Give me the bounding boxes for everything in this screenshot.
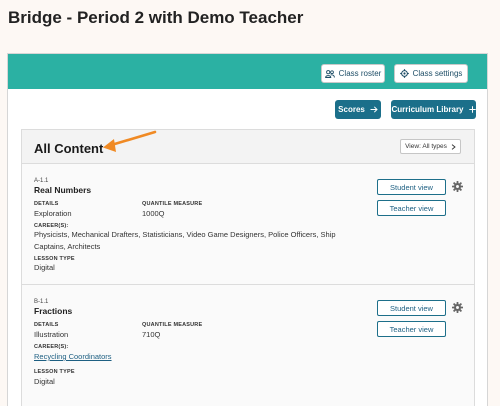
class-card: Class roster Class settings Scores Curri…: [7, 53, 488, 406]
plus-icon: [468, 106, 476, 113]
quantile-value: 1000Q: [142, 209, 165, 218]
details-value: Exploration: [34, 209, 72, 218]
chevron-right-icon: [451, 143, 456, 150]
careers-value: Physicists, Mechanical Drafters, Statist…: [34, 230, 336, 251]
lesson-code: B-1.1: [34, 299, 49, 305]
annotation-arrow-icon: [103, 130, 157, 152]
lesson-name: Fractions: [34, 306, 73, 316]
curriculum-library-button[interactable]: Curriculum Library: [391, 100, 476, 119]
group-icon: [324, 69, 335, 78]
teacher-view-button[interactable]: Teacher view: [377, 321, 446, 337]
quantile-label: QUANTILE MEASURE: [142, 322, 203, 328]
all-content-header: All Content View: All types: [22, 130, 474, 164]
view-type-select[interactable]: View: All types: [400, 139, 461, 154]
page-title: Bridge - Period 2 with Demo Teacher: [8, 8, 304, 27]
career-link[interactable]: Recycling Coordinators: [34, 352, 112, 361]
all-content-panel: All Content View: All types A-1.1 Real N…: [21, 129, 475, 406]
class-settings-button[interactable]: Class settings: [394, 64, 468, 83]
gear-icon[interactable]: [452, 302, 463, 313]
career-link-text[interactable]: Recycling Coordinators: [34, 352, 112, 361]
all-content-heading: All Content: [34, 141, 104, 156]
list-item: A-1.1 Real Numbers DETAILS Exploration Q…: [22, 164, 474, 285]
list-item: B-1.1 Fractions DETAILS Illustration QUA…: [22, 285, 474, 406]
lesson-type-label: LESSON TYPE: [34, 369, 75, 375]
class-header-band: Class roster Class settings: [8, 54, 487, 89]
lesson-code: A-1.1: [34, 178, 49, 184]
lesson-type-label: LESSON TYPE: [34, 256, 75, 262]
student-view-button[interactable]: Student view: [377, 300, 446, 316]
lesson-type-value: Digital: [34, 377, 55, 386]
lesson-type-value: Digital: [34, 263, 55, 272]
class-roster-label: Class roster: [338, 69, 382, 78]
class-settings-label: Class settings: [412, 69, 463, 78]
arrow-right-icon: [370, 106, 378, 113]
quantile-value: 710Q: [142, 330, 161, 339]
teacher-view-button[interactable]: Teacher view: [377, 200, 446, 216]
student-view-button[interactable]: Student view: [377, 179, 446, 195]
view-select-label: View: All types: [405, 143, 447, 150]
careers-label: CAREER(S):: [34, 344, 69, 350]
details-value: Illustration: [34, 330, 69, 339]
gear-icon[interactable]: [452, 181, 463, 192]
details-label: DETAILS: [34, 322, 59, 328]
scores-button[interactable]: Scores: [335, 100, 381, 119]
class-roster-button[interactable]: Class roster: [321, 64, 385, 83]
scores-label: Scores: [338, 105, 365, 114]
quantile-label: QUANTILE MEASURE: [142, 201, 203, 207]
curriculum-library-label: Curriculum Library: [391, 105, 464, 114]
details-label: DETAILS: [34, 201, 59, 207]
lesson-name: Real Numbers: [34, 185, 92, 195]
gear-icon: [399, 69, 409, 78]
